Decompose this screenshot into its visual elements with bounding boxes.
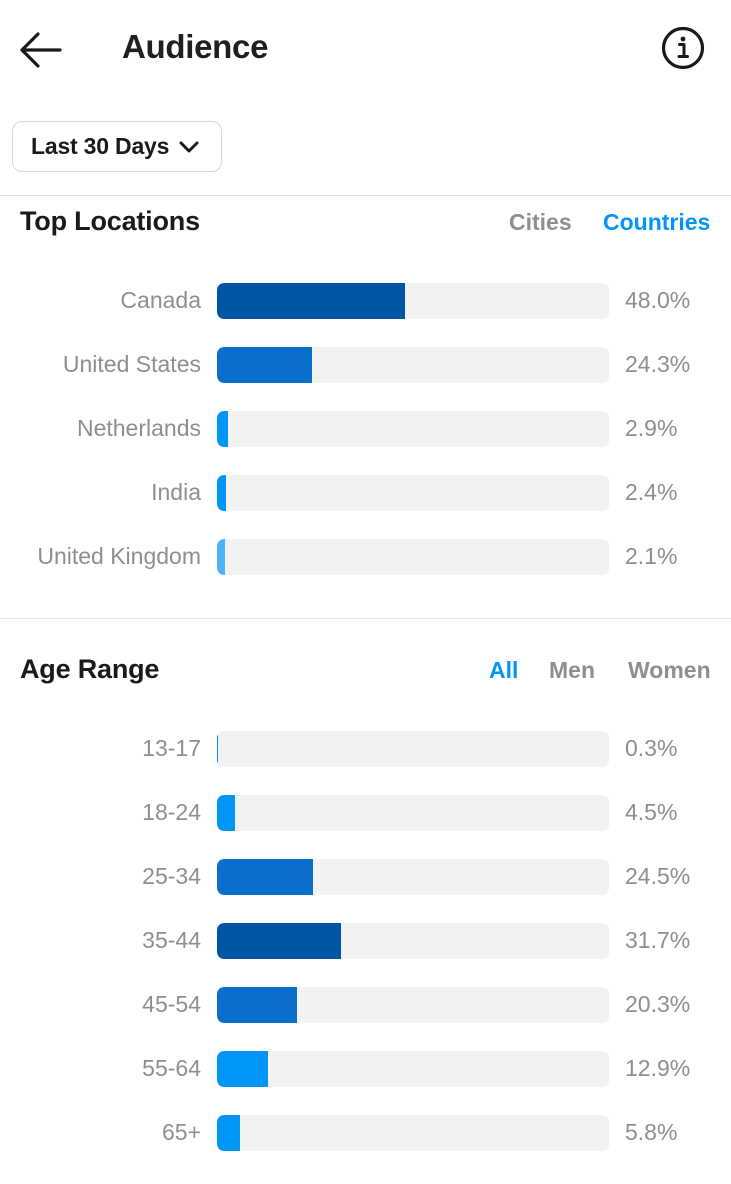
location-bar [217,347,312,383]
tab-men[interactable]: Men [549,657,595,684]
age-bar [217,1115,240,1151]
age-value-label: 4.5% [625,799,678,825]
age-bar [217,923,341,959]
age-value-label: 20.3% [625,991,691,1017]
age-value-label: 31.7% [625,927,691,953]
age-range-title: Age Range [20,654,160,684]
date-range-label: Last 30 Days [31,133,170,159]
top-locations-title: Top Locations [20,206,200,236]
age-value-label: 5.8% [625,1119,678,1145]
location-value-label: 2.4% [625,479,678,505]
age-bar-track [217,923,609,959]
age-bar-track [217,795,609,831]
location-bar [217,411,228,447]
location-value-label: 2.9% [625,415,678,441]
page-title: Audience [122,28,269,65]
age-row: 35-44 31.7% [0,923,731,959]
section-divider [0,195,731,196]
age-row: 18-24 4.5% [0,795,731,831]
age-row: 55-64 12.9% [0,1051,731,1087]
age-label: 55-64 [142,1055,201,1081]
tab-cities[interactable]: Cities [509,209,572,236]
age-bar [217,795,235,831]
info-circle-icon [661,26,705,70]
arrow-left-icon [20,32,62,68]
location-bar [217,475,226,511]
info-button[interactable] [660,25,706,71]
age-value-label: 12.9% [625,1055,691,1081]
age-bar [217,987,297,1023]
location-value-label: 2.1% [625,543,678,569]
back-button[interactable] [18,30,64,70]
age-row: 25-34 24.5% [0,859,731,895]
location-value-label: 24.3% [625,351,691,377]
location-bar [217,283,405,319]
age-bar-track [217,1051,609,1087]
location-row: Canada 48.0% [0,283,731,319]
age-bar-track [217,1115,609,1151]
section-divider [0,618,731,619]
age-label: 18-24 [142,799,201,825]
age-bar [217,859,313,895]
location-bar [217,539,225,575]
age-bar [217,1051,268,1087]
date-range-dropdown[interactable]: Last 30 Days [12,121,222,172]
age-row: 13-17 0.3% [0,731,731,767]
location-bar-track [217,347,609,383]
age-label: 45-54 [142,991,201,1017]
age-value-label: 24.5% [625,863,691,889]
tab-all[interactable]: All [489,657,518,684]
location-row: United Kingdom 2.1% [0,539,731,575]
location-label: United Kingdom [37,543,201,569]
age-bar-track [217,731,609,767]
age-value-label: 0.3% [625,735,678,761]
age-bar-track [217,987,609,1023]
age-label: 25-34 [142,863,201,889]
location-row: United States 24.3% [0,347,731,383]
location-row: India 2.4% [0,475,731,511]
location-bar-track [217,283,609,319]
location-label: India [151,479,201,505]
location-bar-track [217,411,609,447]
app-header: Audience [0,0,731,100]
chevron-down-icon [179,141,199,152]
age-row: 65+ 5.8% [0,1115,731,1151]
location-row: Netherlands 2.9% [0,411,731,447]
tab-women[interactable]: Women [628,657,711,684]
location-label: United States [62,351,201,377]
age-bar-track [217,859,609,895]
location-bar-track [217,539,609,575]
location-bar-track [217,475,609,511]
age-label: 13-17 [142,735,201,761]
age-label: 35-44 [142,927,201,953]
location-label: Canada [120,287,201,313]
location-value-label: 48.0% [625,287,691,313]
age-label: 65+ [161,1119,201,1145]
tab-countries[interactable]: Countries [603,209,710,236]
age-row: 45-54 20.3% [0,987,731,1023]
location-label: Netherlands [76,415,201,441]
age-bar [217,731,218,767]
